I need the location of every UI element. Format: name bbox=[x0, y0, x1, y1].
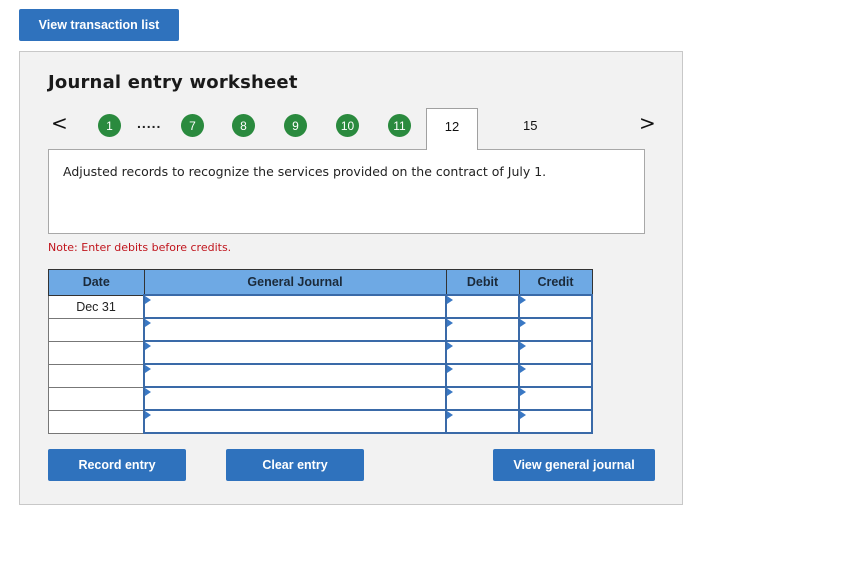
journal-table: Date General Journal Debit Credit Dec 31 bbox=[48, 269, 593, 434]
chevron-right-icon[interactable]: > bbox=[639, 113, 656, 133]
debits-note: Note: Enter debits before credits. bbox=[48, 241, 232, 254]
date-cell: Dec 31 bbox=[48, 294, 145, 319]
record-entry-button[interactable]: Record entry bbox=[48, 449, 186, 481]
header-general-journal: General Journal bbox=[143, 269, 447, 296]
journal-row bbox=[48, 340, 593, 365]
credit-input[interactable] bbox=[518, 317, 593, 342]
account-input[interactable] bbox=[143, 317, 447, 342]
debit-input[interactable] bbox=[445, 294, 520, 319]
account-input[interactable] bbox=[143, 294, 447, 319]
date-cell bbox=[48, 386, 145, 411]
date-cell bbox=[48, 340, 145, 365]
view-general-journal-button[interactable]: View general journal bbox=[493, 449, 655, 481]
clear-entry-button[interactable]: Clear entry bbox=[226, 449, 364, 481]
date-cell bbox=[48, 317, 145, 342]
journal-row bbox=[48, 363, 593, 388]
credit-input[interactable] bbox=[518, 340, 593, 365]
view-transaction-list-button[interactable]: View transaction list bbox=[19, 9, 179, 41]
steps-ellipsis: ..... bbox=[137, 115, 162, 131]
header-debit: Debit bbox=[445, 269, 520, 296]
account-input[interactable] bbox=[143, 363, 447, 388]
journal-row bbox=[48, 317, 593, 342]
date-cell bbox=[48, 409, 145, 434]
debit-input[interactable] bbox=[445, 409, 520, 434]
debit-input[interactable] bbox=[445, 317, 520, 342]
journal-row bbox=[48, 386, 593, 411]
worksheet-title: Journal entry worksheet bbox=[48, 72, 298, 93]
debit-input[interactable] bbox=[445, 386, 520, 411]
date-cell bbox=[48, 363, 145, 388]
description-text: Adjusted records to recognize the servic… bbox=[63, 164, 547, 179]
step-8-completed[interactable]: 8 bbox=[232, 114, 255, 137]
header-credit: Credit bbox=[518, 269, 593, 296]
journal-row: Dec 31 bbox=[48, 294, 593, 319]
credit-input[interactable] bbox=[518, 363, 593, 388]
step-1-completed[interactable]: 1 bbox=[98, 114, 121, 137]
tab-12-active[interactable]: 12 bbox=[426, 108, 478, 150]
account-input[interactable] bbox=[143, 386, 447, 411]
credit-input[interactable] bbox=[518, 409, 593, 434]
debit-input[interactable] bbox=[445, 363, 520, 388]
step-10-completed[interactable]: 10 bbox=[336, 114, 359, 137]
journal-header-row: Date General Journal Debit Credit bbox=[48, 269, 593, 296]
chevron-left-icon[interactable]: < bbox=[51, 113, 68, 133]
step-9-completed[interactable]: 9 bbox=[284, 114, 307, 137]
journal-entry-worksheet-panel: Journal entry worksheet < 1 ..... 7 8 9 … bbox=[19, 51, 683, 505]
debit-input[interactable] bbox=[445, 340, 520, 365]
transaction-description: Adjusted records to recognize the servic… bbox=[48, 149, 645, 234]
step-11-completed[interactable]: 11 bbox=[388, 114, 411, 137]
account-input[interactable] bbox=[143, 340, 447, 365]
credit-input[interactable] bbox=[518, 386, 593, 411]
tab-15[interactable]: 15 bbox=[523, 118, 537, 133]
account-input[interactable] bbox=[143, 409, 447, 434]
header-date: Date bbox=[48, 269, 145, 296]
credit-input[interactable] bbox=[518, 294, 593, 319]
step-7-completed[interactable]: 7 bbox=[181, 114, 204, 137]
journal-row bbox=[48, 409, 593, 434]
